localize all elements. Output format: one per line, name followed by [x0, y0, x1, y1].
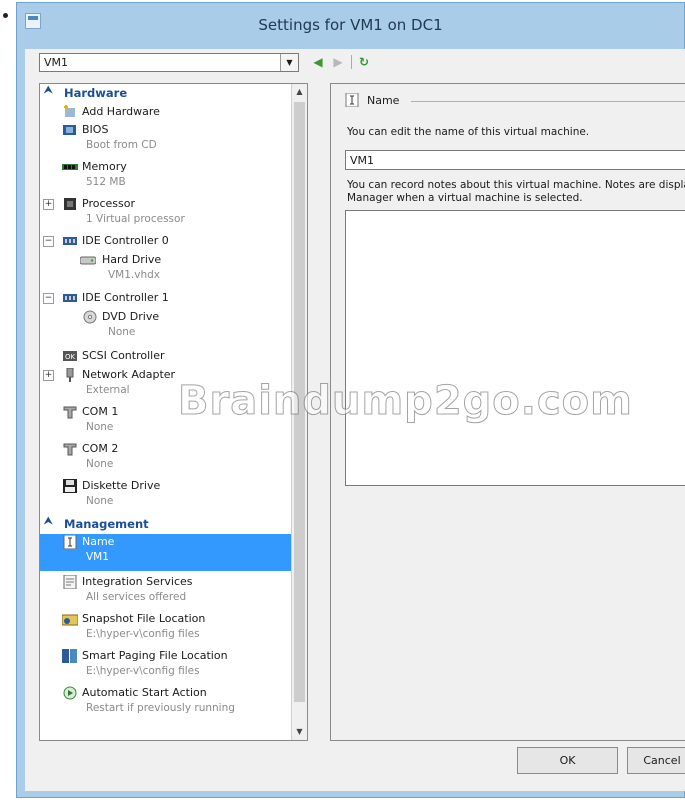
com-port-icon [62, 442, 78, 456]
scsi-controller-icon: OK [62, 349, 78, 363]
tree-item-snapshot-file-location[interactable]: Snapshot File Location E:\hyper-v\config… [40, 611, 293, 647]
integration-services-icon [62, 574, 78, 590]
scroll-up-icon[interactable]: ▲ [292, 84, 307, 100]
vm-selector-dropdown[interactable]: VM1 ▼ [39, 53, 299, 72]
group-title: Name [367, 94, 400, 107]
expand-icon[interactable]: + [43, 370, 54, 381]
notes-hint-line1: You can record notes about this virtual … [347, 179, 685, 191]
memory-icon [62, 160, 78, 174]
hard-drive-icon [79, 253, 97, 267]
name-icon [62, 534, 78, 550]
vm-selector-value: VM1 [44, 56, 69, 69]
toolbar-separator [351, 55, 352, 69]
title-bar: Settings for VM1 on DC1 [17, 3, 684, 49]
smart-paging-icon [62, 649, 78, 663]
refresh-icon[interactable]: ↻ [356, 53, 372, 71]
processor-icon [62, 197, 78, 211]
ide-controller-icon [62, 234, 78, 248]
name-icon [345, 92, 359, 108]
scroll-down-icon[interactable]: ▼ [292, 724, 307, 740]
tree-item-integration-services[interactable]: Integration Services All services offere… [40, 574, 293, 610]
bullet-marker [3, 13, 8, 18]
tree-item-name[interactable]: Name VM1 [40, 534, 293, 571]
tree-item-dvd-drive[interactable]: DVD Drive None [40, 309, 293, 345]
notes-hint-line2: Manager when a virtual machine is select… [347, 192, 583, 204]
tree-item-bios[interactable]: BIOS Boot from CD [40, 122, 293, 158]
network-adapter-icon [62, 367, 78, 382]
automatic-start-icon [62, 686, 78, 700]
tree-item-diskette-drive[interactable]: Diskette Drive None [40, 478, 293, 514]
svg-text:OK: OK [65, 353, 76, 361]
cancel-button[interactable]: Cancel [627, 747, 685, 774]
vm-name-field[interactable]: VM1 [345, 150, 685, 170]
bios-icon [62, 123, 78, 137]
collapse-icon[interactable]: − [43, 293, 54, 304]
tree-item-com-2[interactable]: COM 2 None [40, 441, 293, 477]
tree-item-automatic-start-action[interactable]: Automatic Start Action Restart if previo… [40, 685, 293, 721]
snapshot-location-icon [61, 612, 79, 626]
diskette-drive-icon [62, 479, 78, 493]
chevron-down-icon[interactable]: ▼ [280, 54, 298, 71]
com-port-icon [62, 405, 78, 419]
group-divider [411, 101, 685, 102]
window-title: Settings for VM1 on DC1 [258, 16, 443, 34]
tree-item-smart-paging-file-location[interactable]: Smart Paging File Location E:\hyper-v\co… [40, 648, 293, 684]
collapse-chevron-icon[interactable]: ⮝ [44, 516, 53, 527]
collapse-chevron-icon[interactable]: ⮝ [44, 85, 53, 96]
back-arrow-icon[interactable]: ◀ [310, 53, 326, 71]
watermark: Braindump2go.com [178, 378, 633, 425]
tree-item-processor[interactable]: + Processor 1 Virtual processor [40, 196, 293, 232]
forward-arrow-icon[interactable]: ▶ [330, 53, 346, 71]
tree-item-memory[interactable]: Memory 512 MB [40, 159, 293, 195]
management-section-header[interactable]: ⮝ Management [40, 515, 293, 533]
ok-button[interactable]: OK [517, 747, 618, 774]
collapse-icon[interactable]: − [43, 236, 54, 247]
ide-controller-icon [62, 291, 78, 305]
tree-item-hard-drive[interactable]: Hard Drive VM1.vhdx [40, 252, 293, 288]
expand-icon[interactable]: + [43, 199, 54, 210]
hardware-section-header[interactable]: ⮝ Hardware [40, 84, 293, 102]
notes-textarea[interactable] [345, 210, 685, 486]
edit-name-hint: You can edit the name of this virtual ma… [347, 126, 590, 138]
dvd-drive-icon [82, 310, 98, 324]
add-hardware-icon [62, 105, 78, 119]
